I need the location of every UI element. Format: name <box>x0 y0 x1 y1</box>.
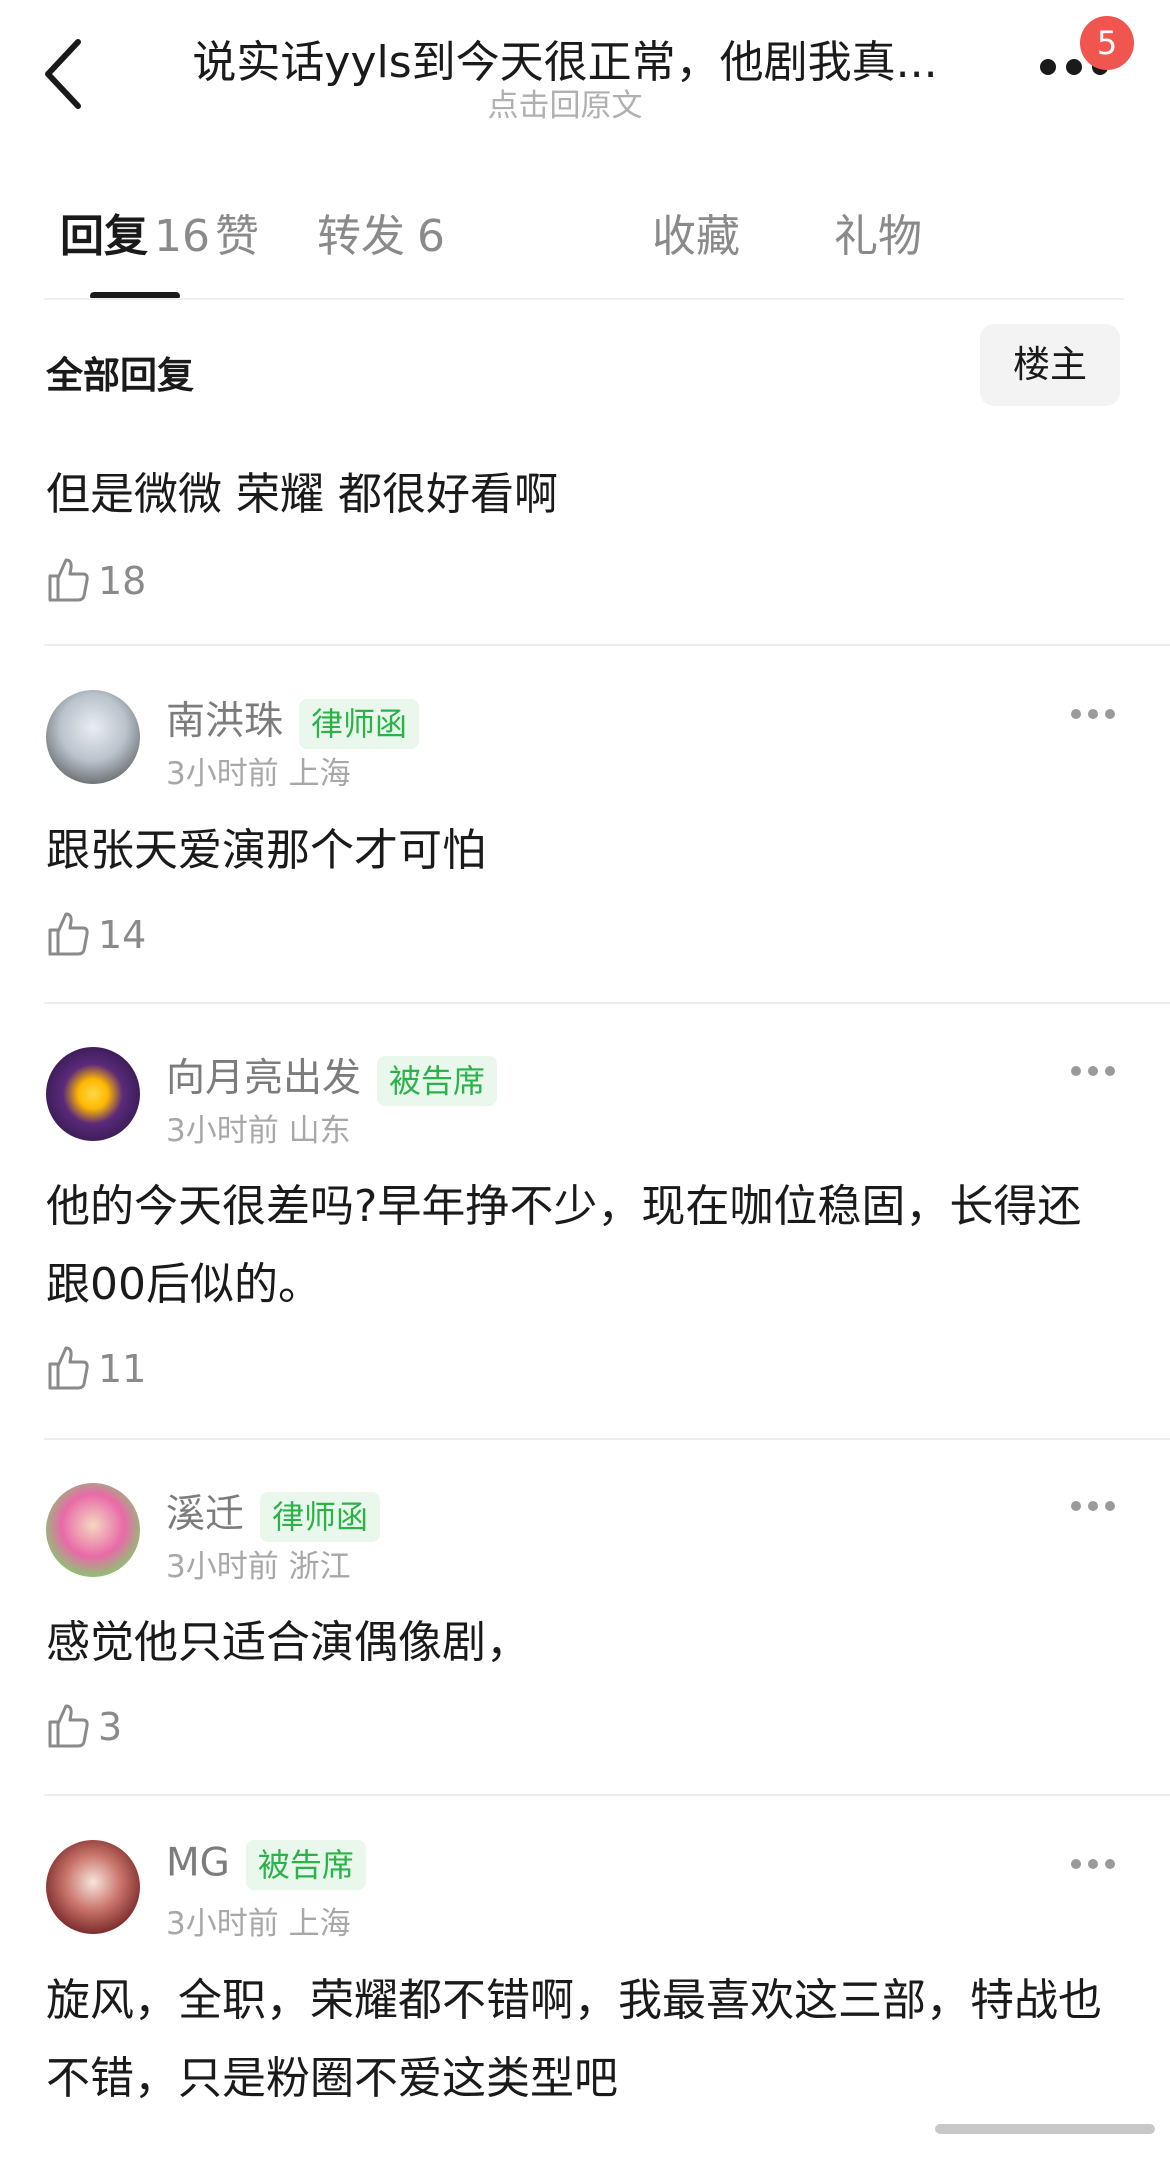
tab-reposts[interactable]: 转发 6 <box>317 200 445 264</box>
comment-text[interactable]: 但是微微 荣耀 都很好看啊 <box>46 456 1116 534</box>
divider <box>44 298 1124 300</box>
section-title: 全部回复 <box>46 354 194 397</box>
more-horizontal-icon[interactable] <box>1070 1858 1116 1870</box>
user-badge: 被告席 <box>245 1840 366 1890</box>
poster-only-filter-button[interactable]: 楼主 <box>980 324 1120 406</box>
thumbs-up-icon <box>48 912 89 956</box>
comment-text[interactable]: 他的今天很差吗?早年挣不少，现在咖位稳固，长得还跟00后似的。 <box>46 1168 1116 1324</box>
comment-meta: 3小时前 山东 <box>166 1113 351 1149</box>
user-badge: 律师函 <box>260 1491 381 1542</box>
tab-count: 6 <box>417 211 445 262</box>
tab-gifts[interactable]: 礼物 <box>834 200 922 264</box>
comment-meta: 3小时前 上海 <box>166 1906 351 1942</box>
avatar[interactable] <box>46 1483 140 1577</box>
more-horizontal-icon[interactable] <box>1070 1065 1116 1077</box>
tab-favorites[interactable]: 收藏 <box>652 200 740 264</box>
back-to-original-link[interactable]: 点击回原文 <box>150 80 980 125</box>
tab-label: 回复 <box>60 211 148 262</box>
more-horizontal-icon[interactable] <box>1070 1500 1116 1512</box>
user-badge: 被告席 <box>377 1055 498 1106</box>
avatar[interactable] <box>46 690 140 784</box>
tab-likes[interactable]: 赞 <box>215 200 259 264</box>
like-count: 14 <box>98 913 147 957</box>
notification-badge: 5 <box>1080 16 1134 70</box>
thumbs-up-icon <box>48 558 89 602</box>
username-row: 南洪珠 律师函 <box>166 690 420 749</box>
username[interactable]: MG <box>166 1841 230 1886</box>
chevron-left-icon <box>45 39 81 109</box>
tab-label: 赞 <box>215 211 259 262</box>
username-row: MG 被告席 <box>166 1840 366 1890</box>
top-nav-bar: 说实话yyls到今天很正常，他剧我真... 点击回原文 5 <box>0 0 1170 150</box>
like-count: 18 <box>98 559 147 603</box>
tab-count: 16 <box>154 211 210 262</box>
like-count: 3 <box>98 1705 123 1749</box>
username-row: 溪迁 律师函 <box>166 1483 381 1542</box>
username[interactable]: 向月亮出发 <box>166 1056 361 1101</box>
comment-meta: 3小时前 上海 <box>166 756 351 792</box>
tab-replies[interactable]: 回复 16 <box>60 200 210 264</box>
divider <box>44 644 1170 646</box>
comment-text[interactable]: 跟张天爱演那个才可怕 <box>46 812 1116 890</box>
comment-text[interactable]: 旋风，全职，荣耀都不错啊，我最喜欢这三部，特战也不错，只是粉圈不爱这类型吧 <box>46 1962 1116 2118</box>
like-count: 11 <box>98 1347 147 1391</box>
thumbs-up-icon <box>48 1704 89 1748</box>
comment-text[interactable]: 感觉他只适合演偶像剧， <box>46 1604 1116 1682</box>
thumbs-up-icon <box>48 1346 89 1390</box>
tab-label: 礼物 <box>834 211 922 262</box>
tab-label: 收藏 <box>652 211 740 262</box>
username[interactable]: 溪迁 <box>166 1492 244 1537</box>
avatar[interactable] <box>46 1047 140 1141</box>
divider <box>44 1794 1170 1796</box>
home-indicator <box>935 2124 1155 2134</box>
username-row: 向月亮出发 被告席 <box>166 1047 498 1106</box>
user-badge: 律师函 <box>299 698 420 749</box>
username[interactable]: 南洪珠 <box>166 699 283 744</box>
divider <box>44 1002 1170 1004</box>
avatar[interactable] <box>46 1840 140 1934</box>
tab-label: 转发 <box>317 211 405 262</box>
tab-bar: 回复 16 赞 转发 6 收藏 礼物 <box>44 200 1124 300</box>
more-horizontal-icon[interactable] <box>1070 708 1116 720</box>
back-button[interactable] <box>40 34 90 114</box>
divider <box>44 1438 1170 1440</box>
comment-meta: 3小时前 浙江 <box>166 1549 351 1585</box>
